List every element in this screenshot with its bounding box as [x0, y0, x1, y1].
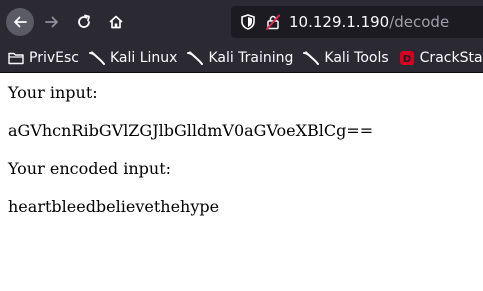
- bookmark-kali-tools[interactable]: Kali Tools: [303, 49, 389, 66]
- home-button[interactable]: [102, 8, 130, 36]
- forward-arrow-icon: [45, 16, 58, 27]
- bookmark-label: PrivEsc: [29, 49, 79, 66]
- bookmark-label: CrackStat: [419, 49, 483, 66]
- encoded-value: heartbleedbelievethehype: [8, 197, 220, 216]
- folder-icon: [8, 51, 24, 65]
- bookmark-kali-linux[interactable]: Kali Linux: [88, 49, 178, 66]
- input-value: aGVhcnRibGVlZGJlbGlldmV0aGVoeXBlCg==: [8, 121, 374, 140]
- back-arrow-icon: [14, 16, 27, 27]
- kali-dragon-icon: [88, 50, 105, 66]
- bookmark-privesc[interactable]: PrivEsc: [8, 50, 79, 66]
- tracking-protection-shield-icon[interactable]: [241, 13, 255, 30]
- kali-dragon-icon: [303, 50, 320, 66]
- insecure-connection-lock-icon[interactable]: [265, 14, 281, 30]
- svg-text:D: D: [403, 54, 411, 65]
- bookmark-kali-training[interactable]: Kali Training: [187, 50, 293, 66]
- bookmark-label: Kali Linux: [109, 49, 178, 66]
- reload-icon: [78, 14, 90, 28]
- page-content: Your input: aGVhcnRibGVlZGJlbGlldmV0aGVo…: [0, 73, 483, 245]
- reload-button[interactable]: [70, 8, 98, 36]
- kali-dragon-icon: [187, 50, 204, 66]
- bookmark-crackstation[interactable]: D CrackStat: [399, 50, 483, 66]
- bookmark-label: Kali Tools: [324, 49, 389, 66]
- home-icon: [109, 15, 123, 28]
- bookmarks-toolbar: PrivEsc Kali Linux Kali Training Kali To…: [0, 43, 483, 73]
- browser-chrome: 10.129.1.190/decode PrivEsc Kali Linux K…: [0, 0, 483, 73]
- bookmark-label: Kali Training: [208, 49, 294, 66]
- url-path: /decode: [389, 12, 450, 31]
- forward-button[interactable]: [38, 8, 66, 36]
- url-host: 10.129.1.190: [289, 12, 390, 31]
- encoded-label: Your encoded input:: [8, 159, 172, 178]
- navigation-toolbar: 10.129.1.190/decode: [0, 0, 483, 43]
- crackstation-icon: D: [399, 50, 415, 66]
- input-label: Your input:: [8, 83, 98, 102]
- address-bar[interactable]: 10.129.1.190/decode: [231, 5, 483, 38]
- back-button[interactable]: [6, 7, 34, 36]
